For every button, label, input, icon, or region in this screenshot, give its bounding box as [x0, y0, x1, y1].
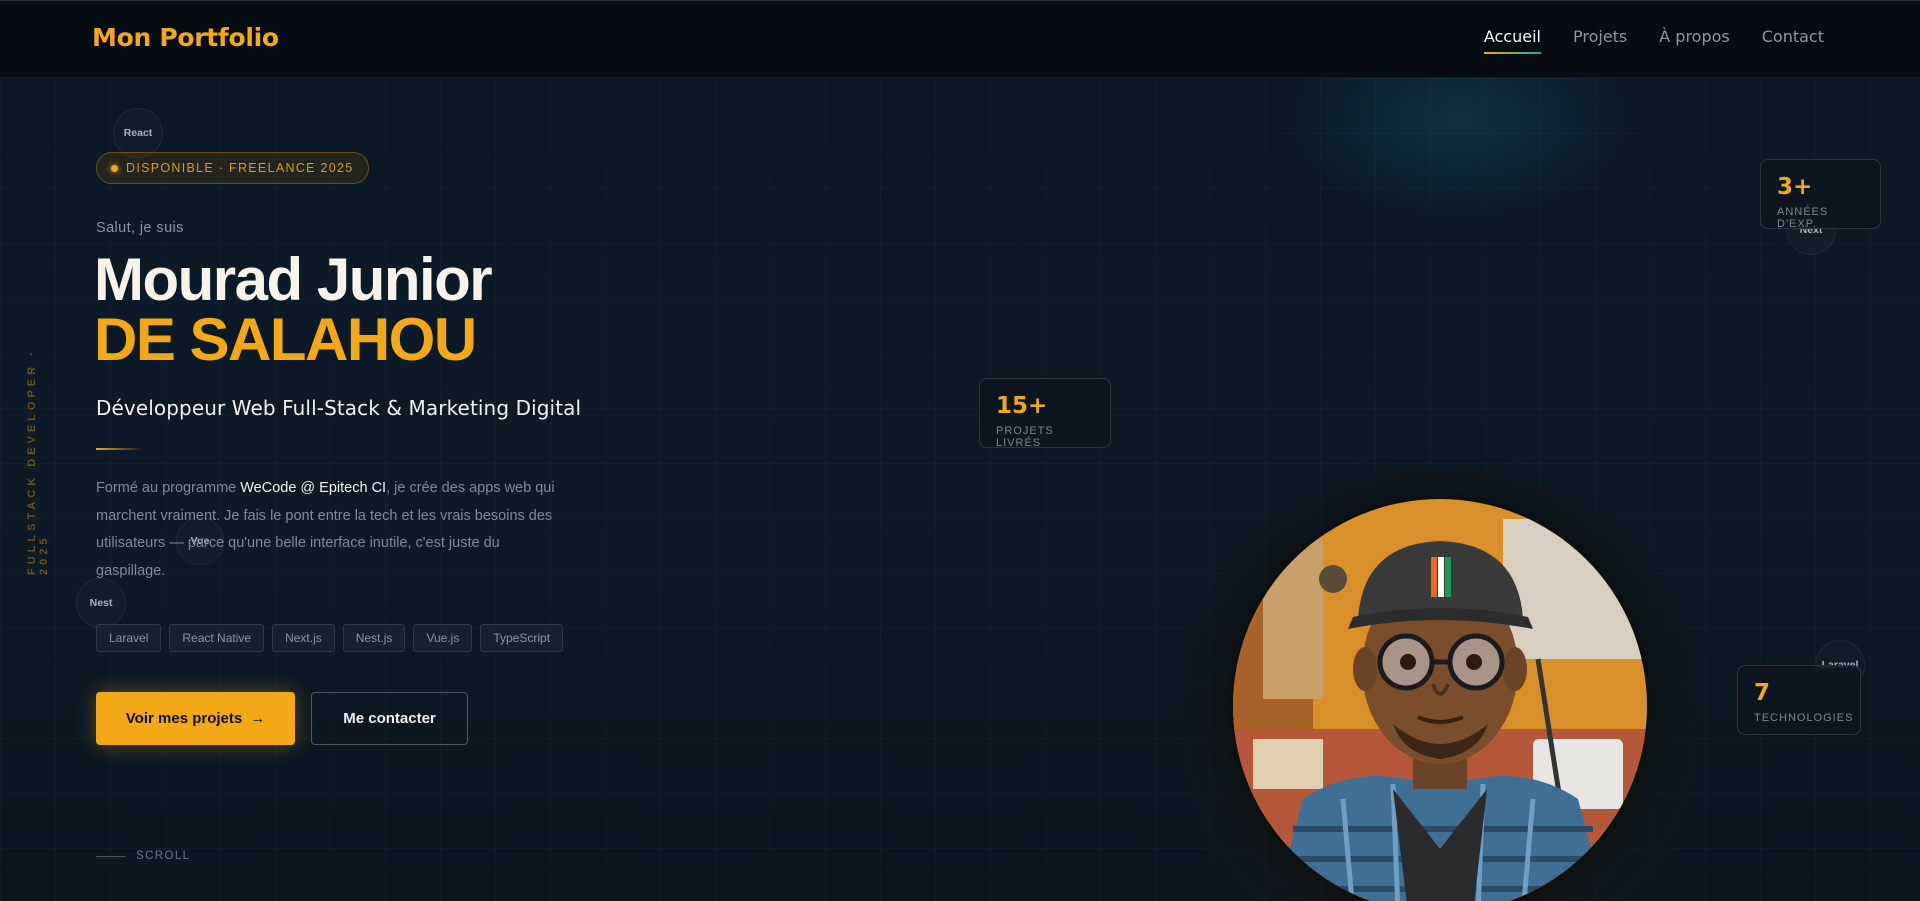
stat-card-projects: 15+ PROJETS LIVRÉS	[979, 378, 1111, 449]
nav-link-a-propos[interactable]: À propos	[1659, 27, 1729, 52]
tech-chip: Laravel	[96, 624, 162, 652]
stat-value: 7	[1754, 680, 1771, 706]
brand-logo[interactable]: Mon Portfolio	[92, 23, 279, 52]
hero-role: Développeur Web Full-Stack & Marketing D…	[96, 396, 582, 420]
tech-chip: Nest.js	[342, 624, 406, 652]
stat-label: TECHNOLOGIES	[1754, 712, 1854, 724]
vertical-side-text: FULLSTACK DEVELOPER · 2025	[26, 348, 50, 575]
stat-card-experience: 3+ ANNÉES D'EXP.	[1760, 159, 1881, 230]
view-projects-button[interactable]: Voir mes projets →	[96, 692, 295, 745]
availability-badge-label: DISPONIBLE · FREELANCE 2025	[126, 161, 354, 175]
bio-highlight: WeCode @ Epitech CI	[240, 480, 387, 496]
view-projects-label: Voir mes projets	[125, 710, 243, 727]
scroll-label: SCROLL	[136, 850, 191, 862]
tech-bubble-react: React	[113, 108, 163, 158]
status-dot-icon	[111, 164, 118, 172]
avatar-illustration	[1233, 499, 1647, 901]
contact-me-button[interactable]: Me contacter	[311, 692, 468, 745]
scroll-line	[96, 855, 126, 857]
tech-chip: Vue.js	[413, 624, 473, 652]
hero-name-last: DE SALAHOU	[94, 306, 477, 373]
availability-badge: DISPONIBLE · FREELANCE 2025	[96, 152, 369, 184]
tech-bubble-nest: Nest	[76, 578, 126, 628]
hero-bio: Formé au programme WeCode @ Epitech CI, …	[96, 475, 566, 585]
top-navbar: Mon Portfolio Accueil Projets À propos C…	[0, 0, 1920, 78]
tech-chip: React Native	[169, 624, 265, 652]
scroll-indicator[interactable]: SCROLL	[96, 850, 190, 862]
stat-value: 3+	[1777, 174, 1813, 200]
stat-card-technologies: 7 TECHNOLOGIES	[1737, 665, 1861, 735]
avatar	[1233, 499, 1647, 901]
tech-chip: TypeScript	[480, 624, 564, 652]
arrow-right-icon: →	[250, 710, 266, 727]
tech-chip: Next.js	[272, 624, 335, 652]
stat-label: ANNÉES D'EXP.	[1777, 206, 1829, 230]
greeting: Salut, je suis	[96, 220, 184, 236]
nav-link-accueil[interactable]: Accueil	[1483, 27, 1542, 54]
stat-value: 15+	[996, 393, 1048, 419]
nav-links: Accueil Projets À propos Contact	[1483, 27, 1824, 54]
accent-divider	[96, 448, 142, 450]
nav-link-contact[interactable]: Contact	[1762, 27, 1824, 52]
tech-chips: Laravel React Native Next.js Nest.js Vue…	[96, 624, 564, 652]
stat-label: PROJETS LIVRÉS	[996, 425, 1054, 449]
bio-text-before: Formé au programme	[96, 480, 241, 496]
nav-link-projets[interactable]: Projets	[1573, 27, 1627, 52]
